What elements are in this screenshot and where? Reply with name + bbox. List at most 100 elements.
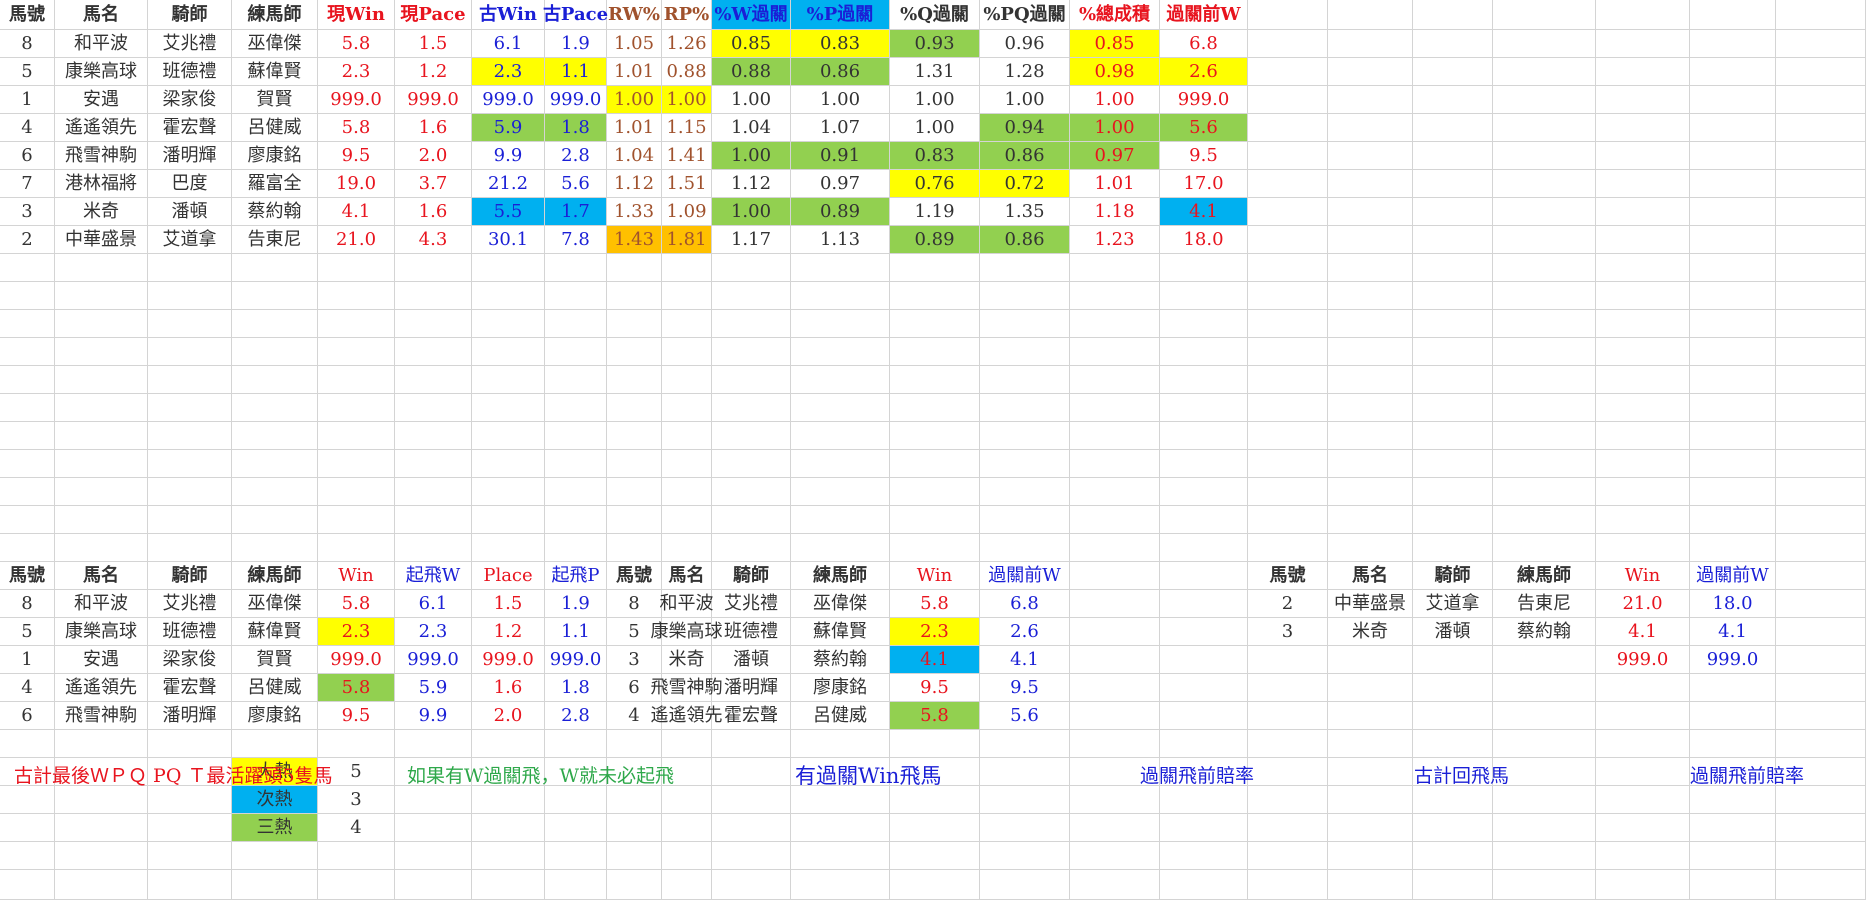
top-table-cell[interactable]: 0.72 [980,170,1070,198]
grid-cell[interactable] [1776,590,1866,618]
top-table-cell[interactable]: 1.5 [395,30,472,58]
bl-table-cell[interactable]: 潘明輝 [148,702,232,730]
grid-cell[interactable] [1248,0,1328,30]
grid-cell[interactable] [791,450,890,478]
top-table-cell[interactable]: 1.00 [791,86,890,114]
grid-cell[interactable] [318,338,395,366]
top-table-cell[interactable]: 康樂高球 [55,58,148,86]
top-table-cell[interactable]: 羅富全 [232,170,318,198]
grid-cell[interactable] [791,534,890,562]
grid-cell[interactable] [1328,30,1413,58]
grid-cell[interactable] [890,254,980,282]
grid-cell[interactable] [1070,814,1160,842]
top-table-cell[interactable]: 7.8 [545,226,607,254]
top-table-cell[interactable]: 999.0 [472,86,545,114]
grid-cell[interactable] [55,506,148,534]
grid-cell[interactable] [1690,450,1776,478]
grid-cell[interactable] [1248,394,1328,422]
bl-table-cell[interactable]: 2.0 [472,702,545,730]
grid-cell[interactable] [1070,422,1160,450]
grid-cell[interactable] [607,786,662,814]
grid-cell[interactable] [980,506,1070,534]
grid-cell[interactable] [0,786,55,814]
grid-cell[interactable] [472,282,545,310]
br-table-cell[interactable]: 潘頓 [1413,618,1493,646]
top-table-cell[interactable]: 1.28 [980,58,1070,86]
top-table-header-10[interactable]: %W過關 [712,0,791,30]
grid-cell[interactable] [55,394,148,422]
grid-cell[interactable] [1690,786,1776,814]
grid-cell[interactable] [1248,450,1328,478]
top-table-cell[interactable]: 1.00 [712,86,791,114]
br-table-cell[interactable]: 21.0 [1596,590,1690,618]
top-table-cell[interactable]: 1.07 [791,114,890,142]
grid-cell[interactable] [472,254,545,282]
grid-cell[interactable] [1776,422,1866,450]
top-table-cell[interactable]: 0.98 [1070,58,1160,86]
grid-cell[interactable] [1070,786,1160,814]
grid-cell[interactable] [318,450,395,478]
grid-cell[interactable] [1413,366,1493,394]
bm-table-cell[interactable]: 米奇 [662,646,712,674]
bm-table-cell[interactable]: 4.1 [980,646,1070,674]
grid-cell[interactable] [1248,366,1328,394]
grid-cell[interactable] [1493,198,1596,226]
grid-cell[interactable] [232,366,318,394]
grid-cell[interactable] [607,842,662,870]
grid-cell[interactable] [1070,366,1160,394]
grid-cell[interactable] [1328,506,1413,534]
br-table-cell[interactable]: 18.0 [1690,590,1776,618]
grid-cell[interactable] [318,310,395,338]
top-table-cell[interactable]: 2 [0,226,55,254]
top-table-cell[interactable]: 1.23 [1070,226,1160,254]
grid-cell[interactable] [1596,226,1690,254]
top-table-cell[interactable]: 0.86 [980,142,1070,170]
grid-cell[interactable] [662,478,712,506]
top-table-cell[interactable]: 4.1 [1160,198,1248,226]
grid-cell[interactable] [1248,338,1328,366]
grid-cell[interactable] [890,786,980,814]
grid-cell[interactable] [1160,506,1248,534]
bm-table-cell[interactable]: 9.5 [890,674,980,702]
top-table-cell[interactable]: 潘頓 [148,198,232,226]
top-table-cell[interactable]: 2.8 [545,142,607,170]
grid-cell[interactable] [395,394,472,422]
grid-cell[interactable] [1690,870,1776,900]
bl-table-cell[interactable]: 遙遙領先 [55,674,148,702]
grid-cell[interactable] [712,282,791,310]
top-table-cell[interactable]: 1.01 [1070,170,1160,198]
top-table-cell[interactable]: 3.7 [395,170,472,198]
grid-cell[interactable] [148,366,232,394]
grid-cell[interactable] [1070,394,1160,422]
grid-cell[interactable] [1160,338,1248,366]
top-table-cell[interactable]: 1.8 [545,114,607,142]
top-table-header-3[interactable]: 練馬師 [232,0,318,30]
grid-cell[interactable] [1776,366,1866,394]
top-table-cell[interactable]: 1.00 [662,86,712,114]
bl-table-cell[interactable]: 廖康銘 [232,702,318,730]
grid-cell[interactable] [1070,702,1160,730]
bm-table-cell[interactable]: 康樂高球 [651,618,723,646]
top-table-cell[interactable]: 中華盛景 [55,226,148,254]
grid-cell[interactable] [712,786,791,814]
top-table-cell[interactable]: 9.9 [472,142,545,170]
top-table-header-8[interactable]: RW% [607,0,662,30]
bl-table-header-7[interactable]: 起飛P [545,562,607,590]
bl-table-cell[interactable]: 9.5 [318,702,395,730]
grid-cell[interactable] [1493,478,1596,506]
top-table-cell[interactable]: 蘇偉賢 [232,58,318,86]
grid-cell[interactable] [1493,870,1596,900]
bm-table-header-4[interactable]: Win [890,562,980,590]
grid-cell[interactable] [148,506,232,534]
grid-cell[interactable] [1493,730,1596,758]
grid-cell[interactable] [1248,674,1328,702]
grid-cell[interactable] [1328,730,1413,758]
bl-table-cell[interactable]: 和平波 [55,590,148,618]
grid-cell[interactable] [1596,58,1690,86]
grid-cell[interactable] [395,534,472,562]
grid-cell[interactable] [1776,0,1866,30]
grid-cell[interactable] [472,506,545,534]
grid-cell[interactable] [1690,254,1776,282]
grid-cell[interactable] [472,786,545,814]
grid-cell[interactable] [1776,870,1866,900]
